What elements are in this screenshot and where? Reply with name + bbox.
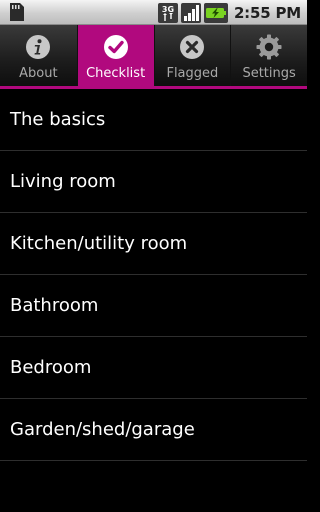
network-type-label: 3G xyxy=(162,5,174,14)
tab-settings[interactable]: Settings xyxy=(230,25,307,86)
tab-bar: About Checklist Flagged Settings xyxy=(0,25,307,86)
cross-icon xyxy=(180,35,205,59)
sd-card-icon xyxy=(10,3,24,21)
list-item-kitchen-utility-room[interactable]: Kitchen/utility room xyxy=(0,213,307,275)
list-item-bathroom[interactable]: Bathroom xyxy=(0,275,307,337)
battery-icon xyxy=(203,2,228,23)
tab-settings-label: Settings xyxy=(242,66,296,81)
tab-checklist[interactable]: Checklist xyxy=(76,25,154,86)
tab-checklist-label: Checklist xyxy=(86,66,146,81)
gear-icon xyxy=(256,34,282,60)
checklist-list: The basics Living room Kitchen/utility r… xyxy=(0,89,307,461)
tab-about[interactable]: About xyxy=(0,25,77,86)
status-bar: 3G 2:55 PM xyxy=(0,0,307,25)
app-screen: 3G 2:55 PM About Checklist Flagged Setti… xyxy=(0,0,307,512)
clock-time: 2:55 PM xyxy=(233,3,301,22)
tab-about-label: About xyxy=(19,66,58,81)
check-icon xyxy=(103,35,128,59)
network-3g-icon: 3G xyxy=(157,2,178,23)
info-icon xyxy=(26,35,51,59)
tab-flagged-label: Flagged xyxy=(166,66,219,81)
signal-icon xyxy=(180,2,201,23)
tab-flagged[interactable]: Flagged xyxy=(153,25,231,86)
list-item-garden-shed-garage[interactable]: Garden/shed/garage xyxy=(0,399,307,461)
list-item-bedroom[interactable]: Bedroom xyxy=(0,337,307,399)
list-item-living-room[interactable]: Living room xyxy=(0,151,307,213)
list-item-the-basics[interactable]: The basics xyxy=(0,89,307,151)
